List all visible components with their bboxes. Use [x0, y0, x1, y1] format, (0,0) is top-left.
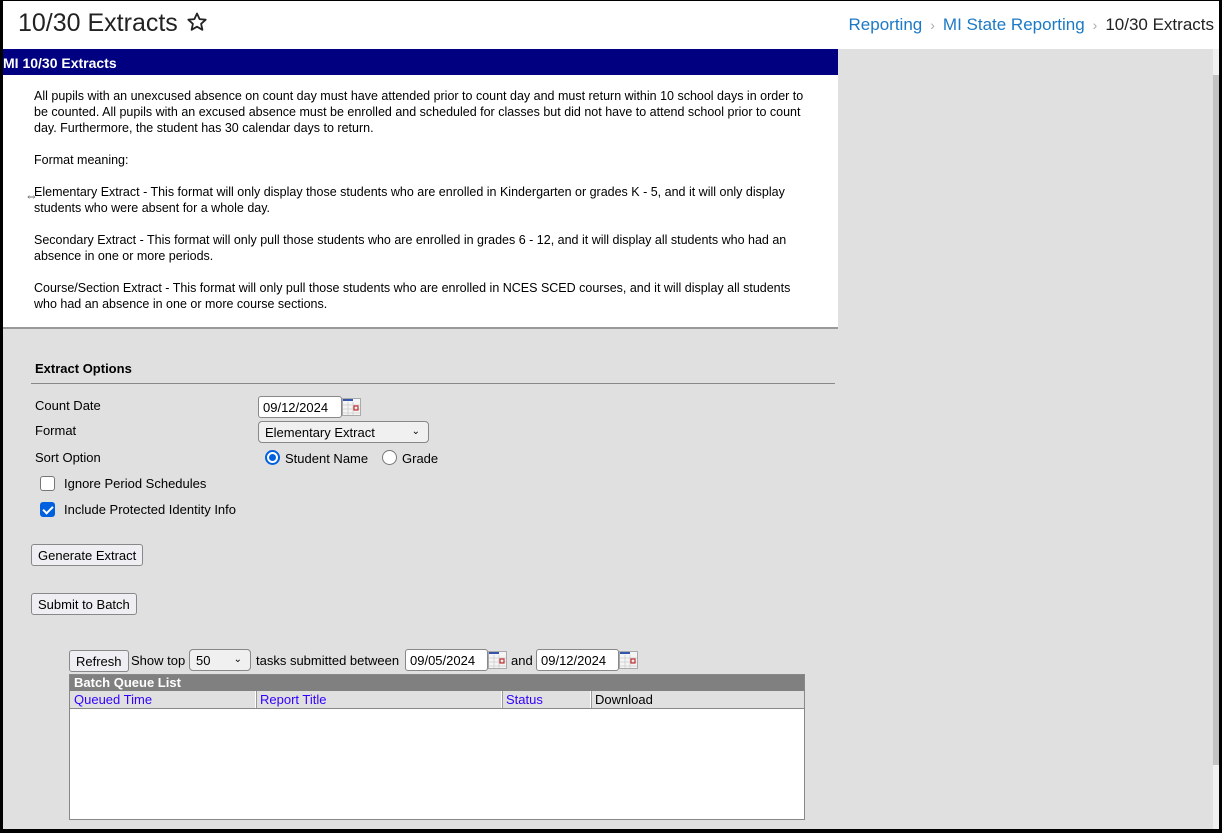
include-protected-identity-label[interactable]: Include Protected Identity Info — [64, 502, 236, 517]
calendar-icon[interactable] — [488, 651, 507, 669]
column-queued-time[interactable]: Queued Time — [70, 691, 256, 708]
content-area: MI 10/30 Extracts All pupils with an une… — [3, 49, 1213, 829]
show-top-value: 50 — [196, 653, 211, 668]
vertical-scrollbar[interactable] — [1213, 49, 1219, 829]
end-date-input[interactable] — [536, 649, 619, 671]
chevron-down-icon: ⌄ — [233, 654, 242, 665]
column-status[interactable]: Status — [502, 691, 591, 708]
extract-options-title: Extract Options — [31, 349, 835, 384]
count-date-label: Count Date — [35, 398, 101, 413]
sort-grade-label[interactable]: Grade — [402, 451, 438, 466]
format-row: Format Elementary Extract ⌄ — [31, 419, 835, 444]
submit-to-batch-button[interactable]: Submit to Batch — [31, 593, 137, 615]
ignore-period-schedules-checkbox[interactable] — [40, 476, 55, 491]
format-select-value: Elementary Extract — [265, 425, 375, 440]
elementary-description: Elementary Extract - This format will on… — [34, 185, 785, 215]
course-section-description: Course/Section Extract - This format wil… — [34, 281, 791, 311]
sort-student-name-label[interactable]: Student Name — [285, 451, 368, 466]
page-header: 10/30 Extracts Reporting › MI State Repo… — [3, 1, 1219, 49]
calendar-icon[interactable] — [342, 398, 361, 416]
batch-queue-header: Queued Time Report Title Status Download — [70, 691, 804, 709]
panel-title: MI 10/30 Extracts — [3, 49, 838, 75]
description-panel: MI 10/30 Extracts All pupils with an une… — [3, 49, 838, 329]
description-body: All pupils with an unexcused absence on … — [3, 75, 838, 312]
batch-queue-title: Batch Queue List — [70, 675, 804, 691]
calendar-icon[interactable] — [619, 651, 638, 669]
count-date-input[interactable] — [258, 396, 342, 418]
protected-identity-row: Include Protected Identity Info — [31, 497, 835, 523]
sort-grade-radio[interactable] — [382, 450, 397, 465]
star-outline-icon[interactable] — [185, 10, 209, 34]
chevron-right-icon: › — [930, 17, 935, 33]
breadcrumb-mi-state-reporting[interactable]: MI State Reporting — [943, 15, 1085, 35]
refresh-button[interactable]: Refresh — [69, 650, 129, 672]
format-select[interactable]: Elementary Extract ⌄ — [258, 421, 429, 443]
column-download: Download — [595, 692, 653, 707]
resize-cursor-icon: ⇔ — [25, 188, 38, 203]
sort-option-row: Sort Option Student Name Grade — [31, 444, 835, 471]
extract-options: Extract Options Count Date Format Elemen… — [31, 349, 835, 523]
page-title: 10/30 Extracts — [18, 9, 178, 37]
start-date-input[interactable] — [405, 649, 488, 671]
sort-option-label: Sort Option — [35, 450, 101, 465]
chevron-down-icon: ⌄ — [411, 426, 420, 437]
show-top-label: Show top — [131, 653, 186, 668]
breadcrumb-reporting[interactable]: Reporting — [849, 15, 923, 35]
breadcrumb: Reporting › MI State Reporting › 10/30 E… — [849, 15, 1214, 35]
format-label: Format — [35, 423, 77, 438]
column-report-title[interactable]: Report Title — [256, 691, 502, 708]
ignore-period-schedules-label[interactable]: Ignore Period Schedules — [64, 476, 206, 491]
batch-queue-list: Batch Queue List Queued Time Report Titl… — [69, 674, 805, 820]
chevron-right-icon: › — [1092, 17, 1098, 33]
show-top-select[interactable]: 50 ⌄ — [189, 649, 251, 671]
submitted-between-label: tasks submitted between — [256, 653, 400, 668]
count-date-row: Count Date — [31, 394, 835, 419]
include-protected-identity-checkbox[interactable] — [40, 502, 55, 517]
and-label: and — [511, 653, 533, 668]
intro-paragraph: All pupils with an unexcused absence on … — [34, 89, 804, 135]
format-meaning-heading: Format meaning: — [34, 153, 129, 167]
batch-controls: Refresh Show top 50 ⌄ tasks submitted be… — [69, 649, 809, 673]
generate-extract-button[interactable]: Generate Extract — [31, 544, 144, 566]
ignore-period-row: Ignore Period Schedules — [31, 471, 835, 497]
breadcrumb-current: 10/30 Extracts — [1105, 15, 1214, 34]
secondary-description: Secondary Extract - This format will onl… — [34, 233, 787, 263]
scrollbar-thumb[interactable] — [1213, 75, 1219, 765]
app-window: 10/30 Extracts Reporting › MI State Repo… — [0, 0, 1222, 833]
sort-student-name-radio[interactable] — [265, 450, 280, 465]
batch-queue-body — [70, 709, 804, 819]
